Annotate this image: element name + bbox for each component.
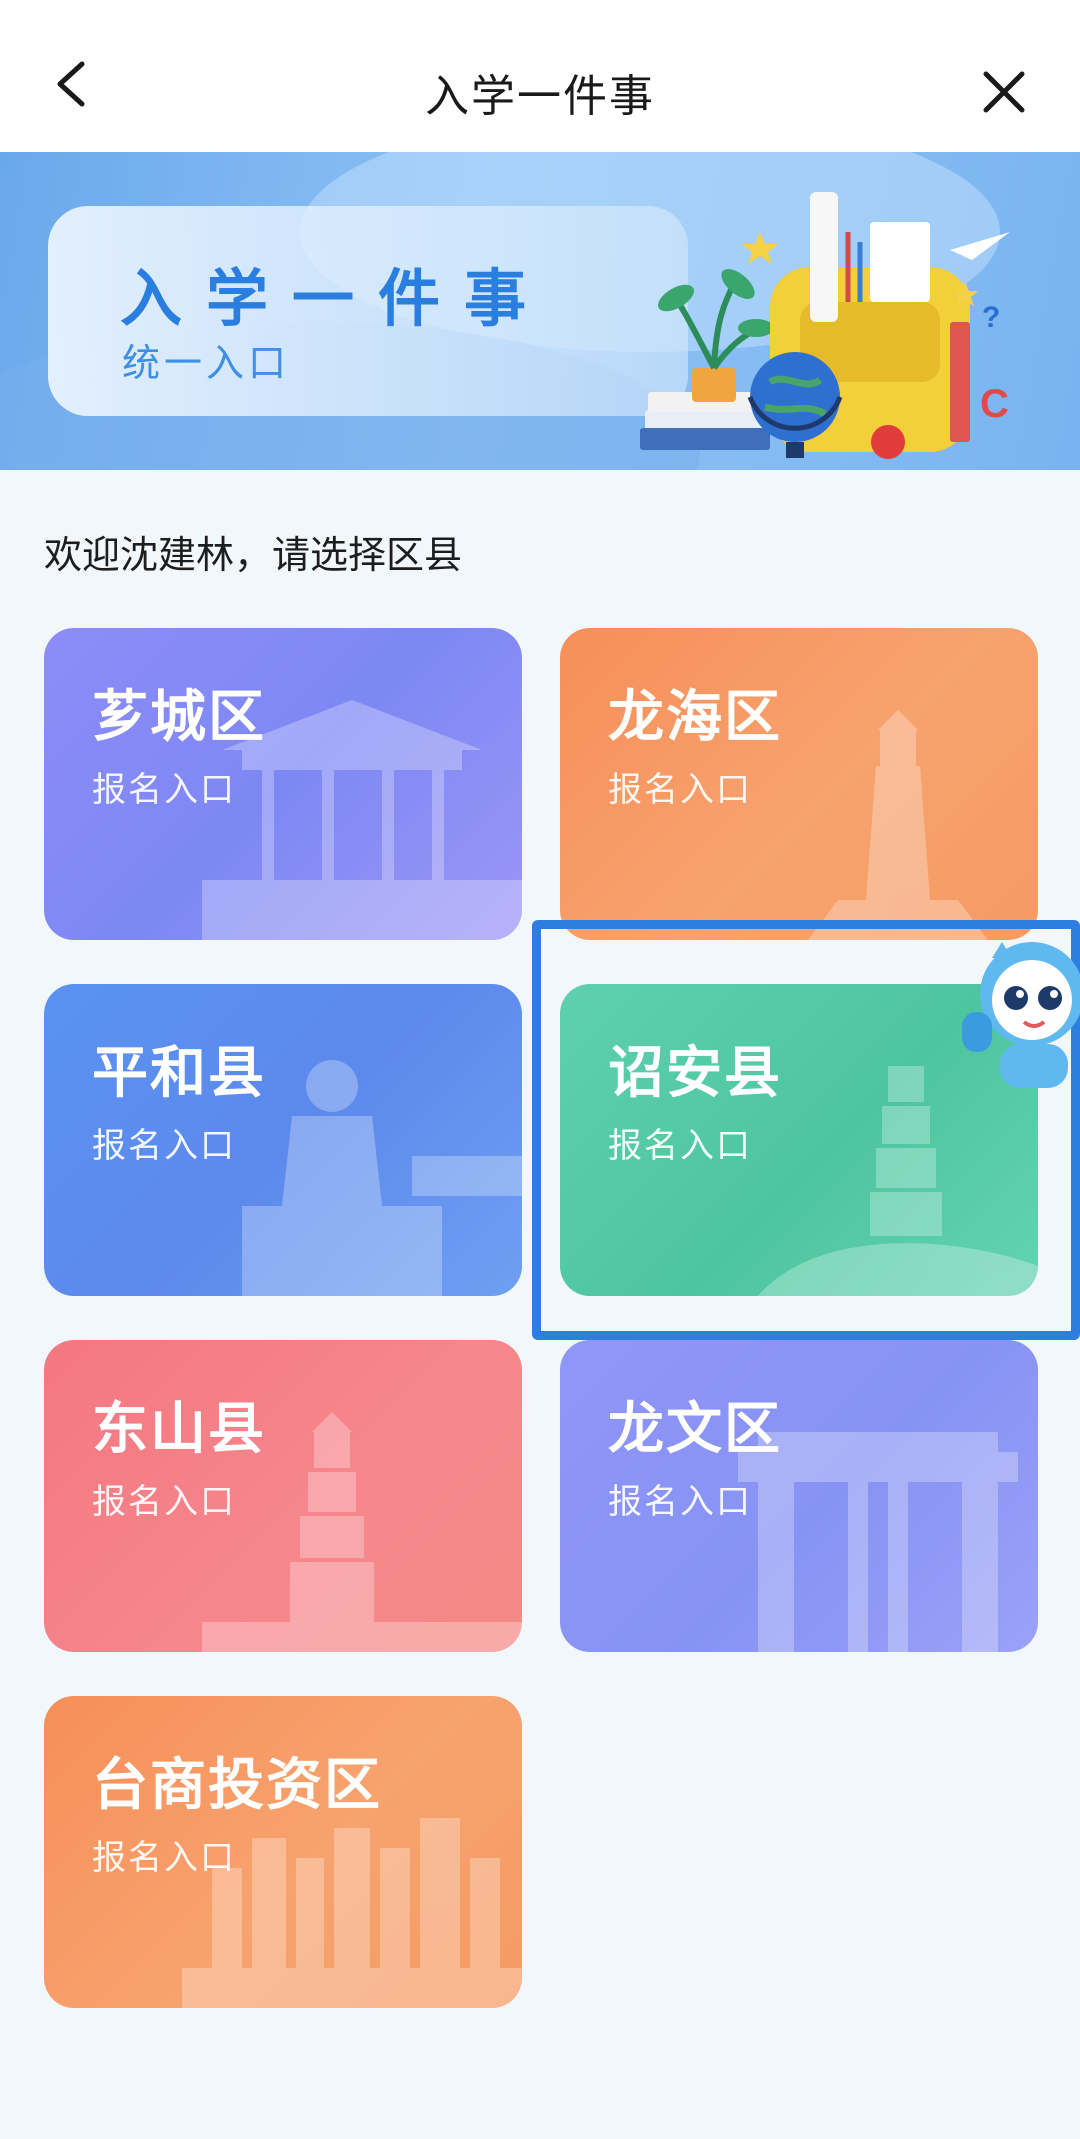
welcome-text: 欢迎沈建林，请选择区县 [44, 533, 463, 577]
district-card-taishang[interactable]: 台商投资区 报名入口 [44, 1696, 522, 2008]
district-card-longhai[interactable]: 龙海区 报名入口 [560, 628, 1038, 940]
registration-entry-label: 报名入口 [608, 1482, 752, 1522]
registration-entry-label: 报名入口 [92, 1126, 236, 1166]
district-name: 平和县 [92, 1041, 266, 1106]
district-name: 东山县 [92, 1397, 266, 1462]
banner-subtitle: 统一入口 [122, 341, 291, 385]
district-name: 龙海区 [608, 685, 782, 750]
registration-entry-label: 报名入口 [92, 770, 236, 810]
close-icon[interactable] [980, 68, 1028, 116]
district-card-dongshan[interactable]: 东山县 报名入口 [44, 1340, 522, 1652]
district-name: 芗城区 [92, 685, 266, 750]
banner-title: 入学一件事 [120, 262, 551, 335]
banner: 入学一件事 统一入口 ? C [0, 152, 1080, 470]
top-bar: 入学一件事 [0, 0, 1080, 152]
district-name: 台商投资区 [92, 1753, 382, 1818]
svg-text:?: ? [982, 301, 1000, 334]
registration-entry-label: 报名入口 [92, 1838, 236, 1878]
district-name: 龙文区 [608, 1397, 782, 1462]
svg-text:C: C [980, 382, 1009, 426]
registration-entry-label: 报名入口 [608, 770, 752, 810]
page-title: 入学一件事 [425, 71, 655, 122]
registration-entry-label: 报名入口 [92, 1482, 236, 1522]
district-card-pinghe[interactable]: 平和县 报名入口 [44, 984, 522, 1296]
district-card-longwen[interactable]: 龙文区 报名入口 [560, 1340, 1038, 1652]
district-card-xiangcheng[interactable]: 芗城区 报名入口 [44, 628, 522, 940]
mascot-icon[interactable] [962, 932, 1080, 1092]
school-supplies-illustration: ? C [640, 192, 1010, 459]
